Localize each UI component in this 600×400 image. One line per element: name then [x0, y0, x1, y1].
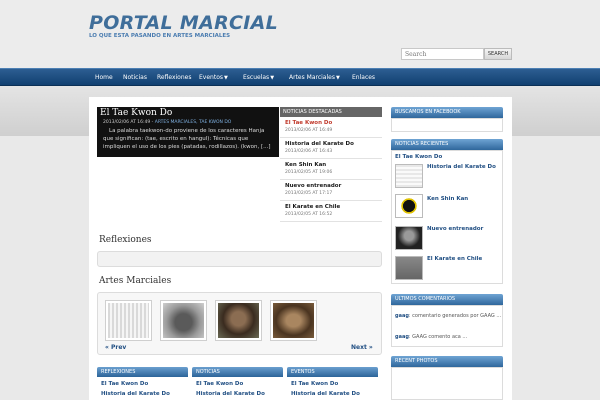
featured-title[interactable]: El Tae Kwon Do [100, 108, 172, 118]
featured-list-item[interactable]: El Karate en Chile 2013/02/05 AT 16:52 [280, 201, 382, 222]
featured-list-header: NOTICIAS DESTACADAS [280, 107, 382, 117]
comment-text: : GAAG comento aca ... [408, 334, 468, 340]
featured-list: NOTICIAS DESTACADAS El Tae Kwon Do 2013/0… [280, 107, 382, 223]
comment-author[interactable]: gaag [395, 313, 409, 319]
featured-list-item[interactable]: Nuevo entrenador 2013/02/05 AT 17:17 [280, 180, 382, 201]
carousel-prev-link[interactable]: « Prev [105, 344, 126, 351]
featured-slide[interactable]: El Tae Kwon Do 2013/02/06 AT 16:49 - ART… [97, 107, 279, 157]
featured-item-title: Historia del Karate Do [285, 141, 354, 147]
search-input[interactable] [401, 48, 484, 60]
nav-label: Eventos [199, 74, 223, 81]
section-title-artes-marciales: Artes Marciales [99, 276, 172, 286]
bottom-box-eventos: EVENTOS El Tae Kwon Do Historia del Kara… [287, 367, 378, 400]
bottom-box-noticias: NOTICIAS El Tae Kwon Do Historia del Kar… [192, 367, 283, 400]
nav-enlaces[interactable]: Enlaces [352, 69, 375, 86]
site-title[interactable]: PORTAL MARCIAL [89, 12, 278, 34]
featured-excerpt: La palabra taekwon-do proviene de los ca… [103, 128, 271, 150]
nav-eventos[interactable]: Eventos▼ [199, 69, 228, 86]
comment-author[interactable]: gaag [395, 334, 409, 340]
comments-box [391, 305, 503, 347]
thumbnail-image [273, 303, 314, 338]
recent-thumb[interactable] [395, 164, 423, 188]
nav-label: Home [95, 74, 113, 81]
bottom-box-link[interactable]: Historia del Karate Do [97, 391, 188, 397]
recent-thumb[interactable] [395, 226, 423, 250]
sidebar-header-comments: ULTIMOS COMENTARIOS [391, 294, 503, 305]
carousel-next-link[interactable]: Next » [351, 344, 373, 351]
recent-thumb[interactable] [395, 194, 423, 218]
carousel-thumb[interactable] [160, 300, 207, 341]
facebook-box [391, 118, 503, 132]
featured-list-item[interactable]: Ken Shin Kan 2013/02/05 AT 19:06 [280, 159, 382, 180]
carousel-thumb[interactable] [105, 300, 152, 341]
bottom-box-link[interactable]: El Tae Kwon Do [192, 381, 283, 387]
recent-link[interactable]: Historia del Karate Do [427, 164, 496, 170]
nav-label: Enlaces [352, 74, 376, 81]
featured-meta: 2013/02/06 AT 16:49 - ARTES MARCIALES, T… [103, 120, 232, 125]
featured-item-title: Nuevo entrenador [285, 183, 342, 189]
bottom-box-header: REFLEXIONES [97, 367, 188, 377]
nav-label: Noticias [123, 74, 147, 81]
photos-box [391, 367, 503, 400]
recent-top-link[interactable]: El Tae Kwon Do [395, 154, 442, 160]
bottom-box-link[interactable]: El Tae Kwon Do [287, 381, 378, 387]
bottom-box-reflexiones: REFLEXIONES El Tae Kwon Do Historia del … [97, 367, 188, 400]
site-header: PORTAL MARCIAL LO QUE ESTA PASANDO EN AR… [0, 0, 600, 68]
sidebar-header-facebook: BUSCAMOS EN FACEBOOK [391, 107, 503, 118]
bottom-box-link[interactable]: El Tae Kwon Do [97, 381, 188, 387]
featured-categories[interactable]: ARTES MARCIALES, TAE KWON DO [155, 120, 232, 125]
featured-item-title: El Karate en Chile [285, 204, 341, 210]
carousel-thumb[interactable] [270, 300, 317, 341]
nav-reflexiones[interactable]: Reflexiones [157, 69, 191, 86]
sidebar-header-recent: NOTICIAS RECIENTES [391, 139, 503, 150]
sidebar-header-photos: RECENT PHOTOS [391, 356, 503, 367]
featured-list-item[interactable]: El Tae Kwon Do 2013/02/06 AT 16:49 [280, 117, 382, 138]
reflexiones-box [97, 251, 382, 267]
nav-label: Reflexiones [157, 74, 192, 81]
thumbnail-image [108, 303, 149, 338]
search-button[interactable]: SEARCH [484, 48, 512, 60]
featured-item-date: 2013/02/06 AT 16:49 [285, 128, 333, 133]
bottom-box-header: NOTICIAS [192, 367, 283, 377]
nav-artes-marciales[interactable]: Artes Marciales▼ [289, 69, 340, 86]
recent-link[interactable]: Ken Shin Kan [427, 196, 468, 202]
nav-home[interactable]: Home [95, 69, 113, 86]
featured-list-item[interactable]: Historia del Karate Do 2013/02/06 AT 16:4… [280, 138, 382, 159]
bottom-box-link[interactable]: Historia del Karate Do [287, 391, 378, 397]
featured-item-title: El Tae Kwon Do [285, 120, 333, 126]
thumbnail-image [163, 303, 204, 338]
carousel-thumb[interactable] [215, 300, 262, 341]
nav-escuelas[interactable]: Escuelas▼ [243, 69, 274, 86]
main-nav: Home Noticias Reflexiones Eventos▼ Escue… [0, 68, 600, 86]
recent-link[interactable]: Nuevo entrenador [427, 226, 483, 232]
comment-item[interactable]: gaag: comentario generados por GAAG ... [395, 313, 501, 319]
chevron-down-icon: ▼ [270, 75, 275, 81]
chevron-down-icon: ▼ [224, 75, 228, 81]
bottom-box-header: EVENTOS [287, 367, 378, 377]
section-title-reflexiones: Reflexiones [99, 235, 152, 245]
featured-item-date: 2013/02/05 AT 19:06 [285, 170, 333, 175]
site-tagline: LO QUE ESTA PASANDO EN ARTES MARCIALES [89, 33, 231, 39]
comment-text: : comentario generados por GAAG ... [408, 313, 502, 319]
nav-noticias[interactable]: Noticias [123, 69, 147, 86]
recent-link[interactable]: El Karate en Chile [427, 256, 482, 262]
comment-item[interactable]: gaag: GAAG comento aca ... [395, 334, 467, 340]
chevron-down-icon: ▼ [335, 75, 340, 81]
featured-item-date: 2013/02/05 AT 17:17 [285, 191, 333, 196]
featured-item-title: Ken Shin Kan [285, 162, 327, 168]
thumbnail-image [218, 303, 259, 338]
nav-label: Artes Marciales [289, 74, 335, 81]
recent-thumb[interactable] [395, 256, 423, 280]
featured-item-date: 2013/02/05 AT 16:52 [285, 212, 333, 217]
featured-date: 2013/02/06 AT 16:49 [103, 120, 151, 125]
nav-label: Escuelas [243, 74, 270, 81]
bottom-box-link[interactable]: Historia del Karate Do [192, 391, 283, 397]
featured-item-date: 2013/02/06 AT 16:43 [285, 149, 333, 154]
